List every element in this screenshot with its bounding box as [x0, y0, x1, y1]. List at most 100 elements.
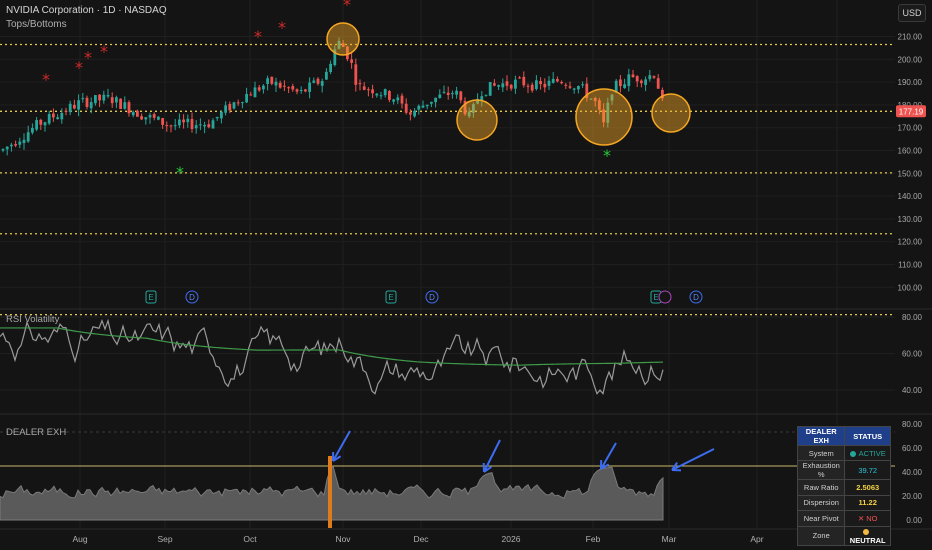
price-axis-tick: 160.00	[898, 147, 923, 156]
candle-body	[224, 105, 227, 113]
currency-button[interactable]: USD	[898, 4, 926, 22]
chart-canvas[interactable]: *********EDEDED210.00200.00190.00180.001…	[0, 0, 932, 550]
candle-body	[488, 82, 492, 96]
top-marker-icon: *	[100, 42, 108, 61]
candle-body	[564, 84, 568, 86]
candle-body	[98, 94, 101, 101]
rsi-pane-label[interactable]: RSI Volatility	[6, 314, 59, 325]
candle-body	[409, 112, 412, 115]
candle-body	[85, 97, 89, 107]
candle-body	[514, 79, 517, 89]
candle-body	[299, 89, 303, 91]
candle-body	[199, 124, 202, 126]
candle-body	[631, 74, 635, 78]
status-key-system: System	[796, 444, 846, 462]
time-axis-tick: Feb	[586, 534, 601, 544]
price-axis-tick: 150.00	[898, 169, 923, 178]
price-axis-tick: 110.00	[898, 261, 922, 270]
dealer-axis-tick: 60.00	[902, 444, 923, 453]
status-value-raw-ratio: 2.5063	[844, 479, 891, 496]
candle-body	[413, 110, 416, 117]
rsi-axis-tick: 80.00	[902, 313, 923, 322]
status-value-dispersion: 11.22	[844, 494, 891, 512]
candle-body	[77, 100, 80, 110]
candle-body	[35, 120, 38, 130]
time-axis-tick: Oct	[243, 534, 257, 544]
event-marker-label: E	[653, 293, 658, 302]
candle-body	[535, 80, 538, 90]
dealer-axis-tick: 40.00	[902, 468, 923, 477]
candle-body	[325, 71, 328, 80]
status-key-raw-ratio: Raw Ratio	[796, 479, 846, 496]
candle-body	[190, 119, 194, 130]
time-axis-tick: Apr	[750, 534, 763, 544]
candle-body	[127, 102, 131, 114]
status-value-near-pivot-text: NO	[866, 513, 878, 523]
price-axis-tick: 100.00	[898, 283, 923, 292]
time-axis-tick: Sep	[157, 534, 172, 544]
candle-body	[648, 75, 652, 80]
candle-body	[539, 81, 542, 85]
candle-body	[68, 103, 72, 113]
candle-body	[169, 125, 173, 127]
candle-body	[581, 84, 584, 86]
dealer-status-table: DEALER EXH STATUS System ACTIVE Exhausti…	[796, 426, 891, 546]
time-axis-tick: 2026	[502, 534, 521, 544]
status-value-zone-text: NEUTRAL	[849, 535, 886, 545]
candle-body	[283, 85, 286, 87]
candle-body	[215, 116, 219, 119]
candle-body	[249, 94, 253, 96]
dealer-pane-label[interactable]: DEALER EXH	[6, 427, 66, 438]
candle-body	[421, 105, 425, 108]
candle-body	[446, 92, 450, 95]
status-value-system-text: ACTIVE	[858, 448, 886, 458]
candle-body	[295, 89, 299, 92]
price-axis-tick: 210.00	[898, 33, 923, 42]
candle-body	[39, 119, 43, 125]
candle-body	[400, 95, 404, 104]
price-axis-tick: 170.00	[898, 124, 923, 133]
candle-body	[551, 78, 555, 83]
candle-body	[136, 110, 139, 117]
candle-body	[568, 86, 572, 88]
event-marker-label: E	[148, 293, 153, 302]
status-table-header-name: DEALER EXH	[796, 426, 846, 446]
candle-body	[22, 139, 26, 144]
highlight-circle	[575, 88, 633, 146]
top-marker-icon: *	[84, 48, 92, 67]
candle-body	[165, 125, 169, 127]
time-axis-tick: Nov	[335, 534, 351, 544]
candle-body	[119, 98, 122, 109]
candle-body	[644, 79, 647, 85]
candle-body	[43, 122, 47, 126]
candle-body	[26, 132, 30, 142]
candle-body	[388, 91, 391, 100]
candle-body	[274, 81, 278, 86]
indicator-name[interactable]: Tops/Bottoms	[6, 19, 67, 30]
candle-body	[236, 102, 240, 104]
candle-body	[652, 76, 656, 78]
dealer-axis-tick: 0.00	[906, 516, 922, 525]
candle-body	[320, 81, 324, 86]
candle-body	[110, 97, 114, 104]
candle-body	[434, 97, 437, 103]
candle-body	[287, 87, 290, 89]
top-marker-icon: *	[42, 70, 50, 89]
candle-body	[144, 117, 148, 120]
event-marker-label: E	[388, 293, 393, 302]
candle-body	[367, 89, 370, 91]
candle-body	[329, 63, 332, 73]
highlight-circle	[326, 22, 360, 56]
candle-body	[430, 101, 433, 104]
bottom-marker-icon: *	[176, 163, 184, 182]
candle-body	[547, 80, 551, 86]
candle-body	[371, 89, 374, 94]
candle-body	[94, 95, 97, 104]
candle-body	[102, 94, 106, 101]
cross-icon: ✕	[857, 513, 865, 523]
candle-body	[56, 117, 59, 120]
time-axis-tick: Mar	[662, 534, 677, 544]
dealer-axis-tick: 80.00	[902, 420, 923, 429]
candle-body	[404, 103, 408, 113]
candle-body	[379, 95, 383, 97]
